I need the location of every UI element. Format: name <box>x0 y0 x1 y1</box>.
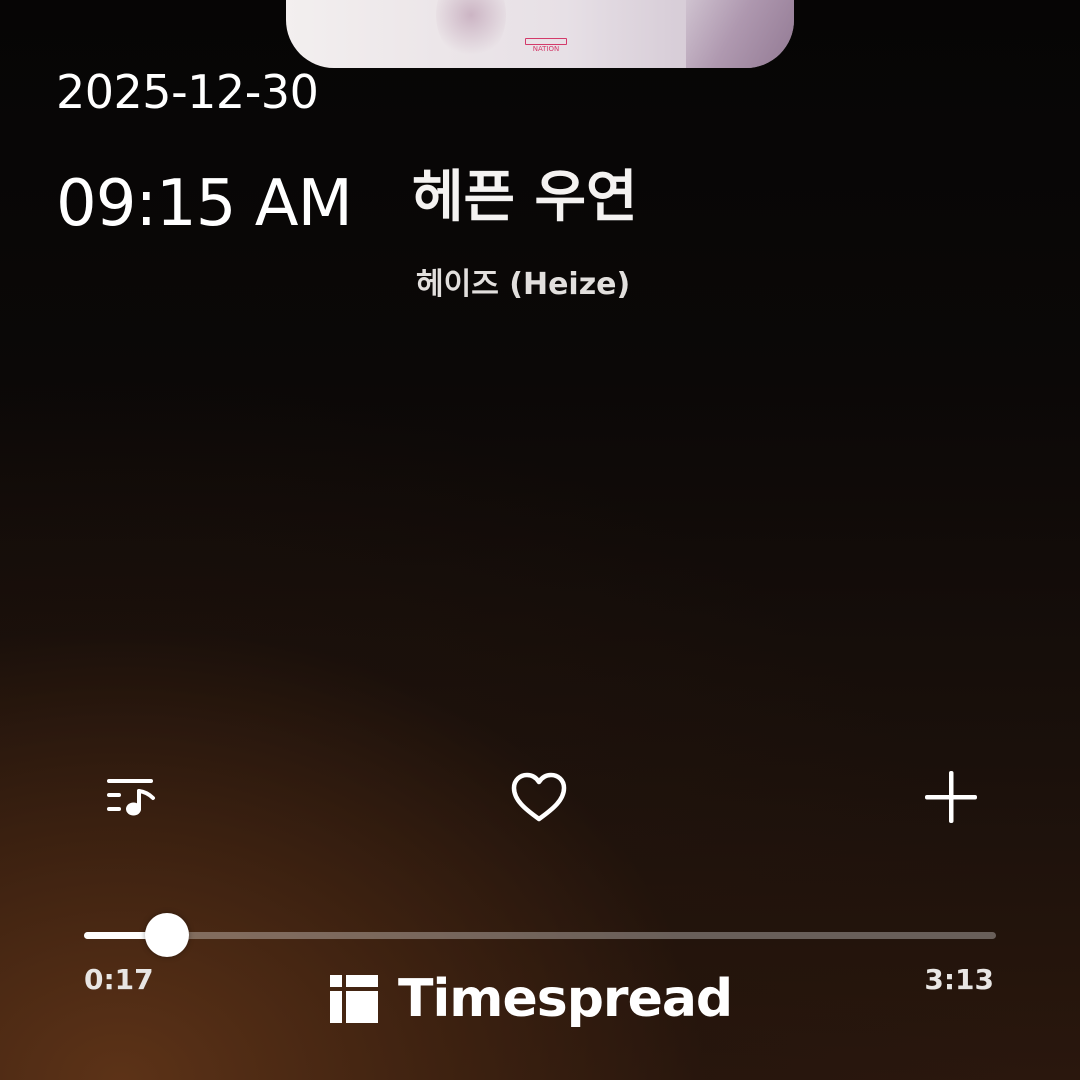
current-time: 09:15 AM <box>56 167 353 241</box>
action-row <box>0 760 1080 834</box>
song-title: 헤픈 우연 <box>412 165 638 230</box>
label-logo-text: NATION <box>532 45 560 53</box>
album-art-shade <box>686 0 794 68</box>
add-button[interactable] <box>914 760 988 834</box>
like-button[interactable] <box>502 760 576 834</box>
brand-name: Timespread <box>398 969 733 1029</box>
brand: Timespread <box>330 969 733 1029</box>
progress-bar[interactable] <box>84 912 996 958</box>
label-logo-mark <box>525 38 567 45</box>
queue-music-icon <box>107 779 155 816</box>
heart-icon <box>511 772 567 822</box>
artist-name[interactable]: 헤이즈 (Heize) <box>416 262 630 308</box>
time-total: 3:13 <box>924 963 994 996</box>
current-date: 2025-12-30 <box>56 65 319 119</box>
timespread-logo-icon <box>330 975 378 1023</box>
queue-button[interactable] <box>92 760 166 834</box>
label-logo: NATION <box>524 38 568 54</box>
album-art: NATION <box>286 0 794 68</box>
album-art-shade <box>436 0 506 60</box>
progress-thumb[interactable] <box>145 913 189 957</box>
time-elapsed: 0:17 <box>84 963 154 996</box>
plus-icon <box>925 771 977 823</box>
progress-track <box>84 932 996 939</box>
